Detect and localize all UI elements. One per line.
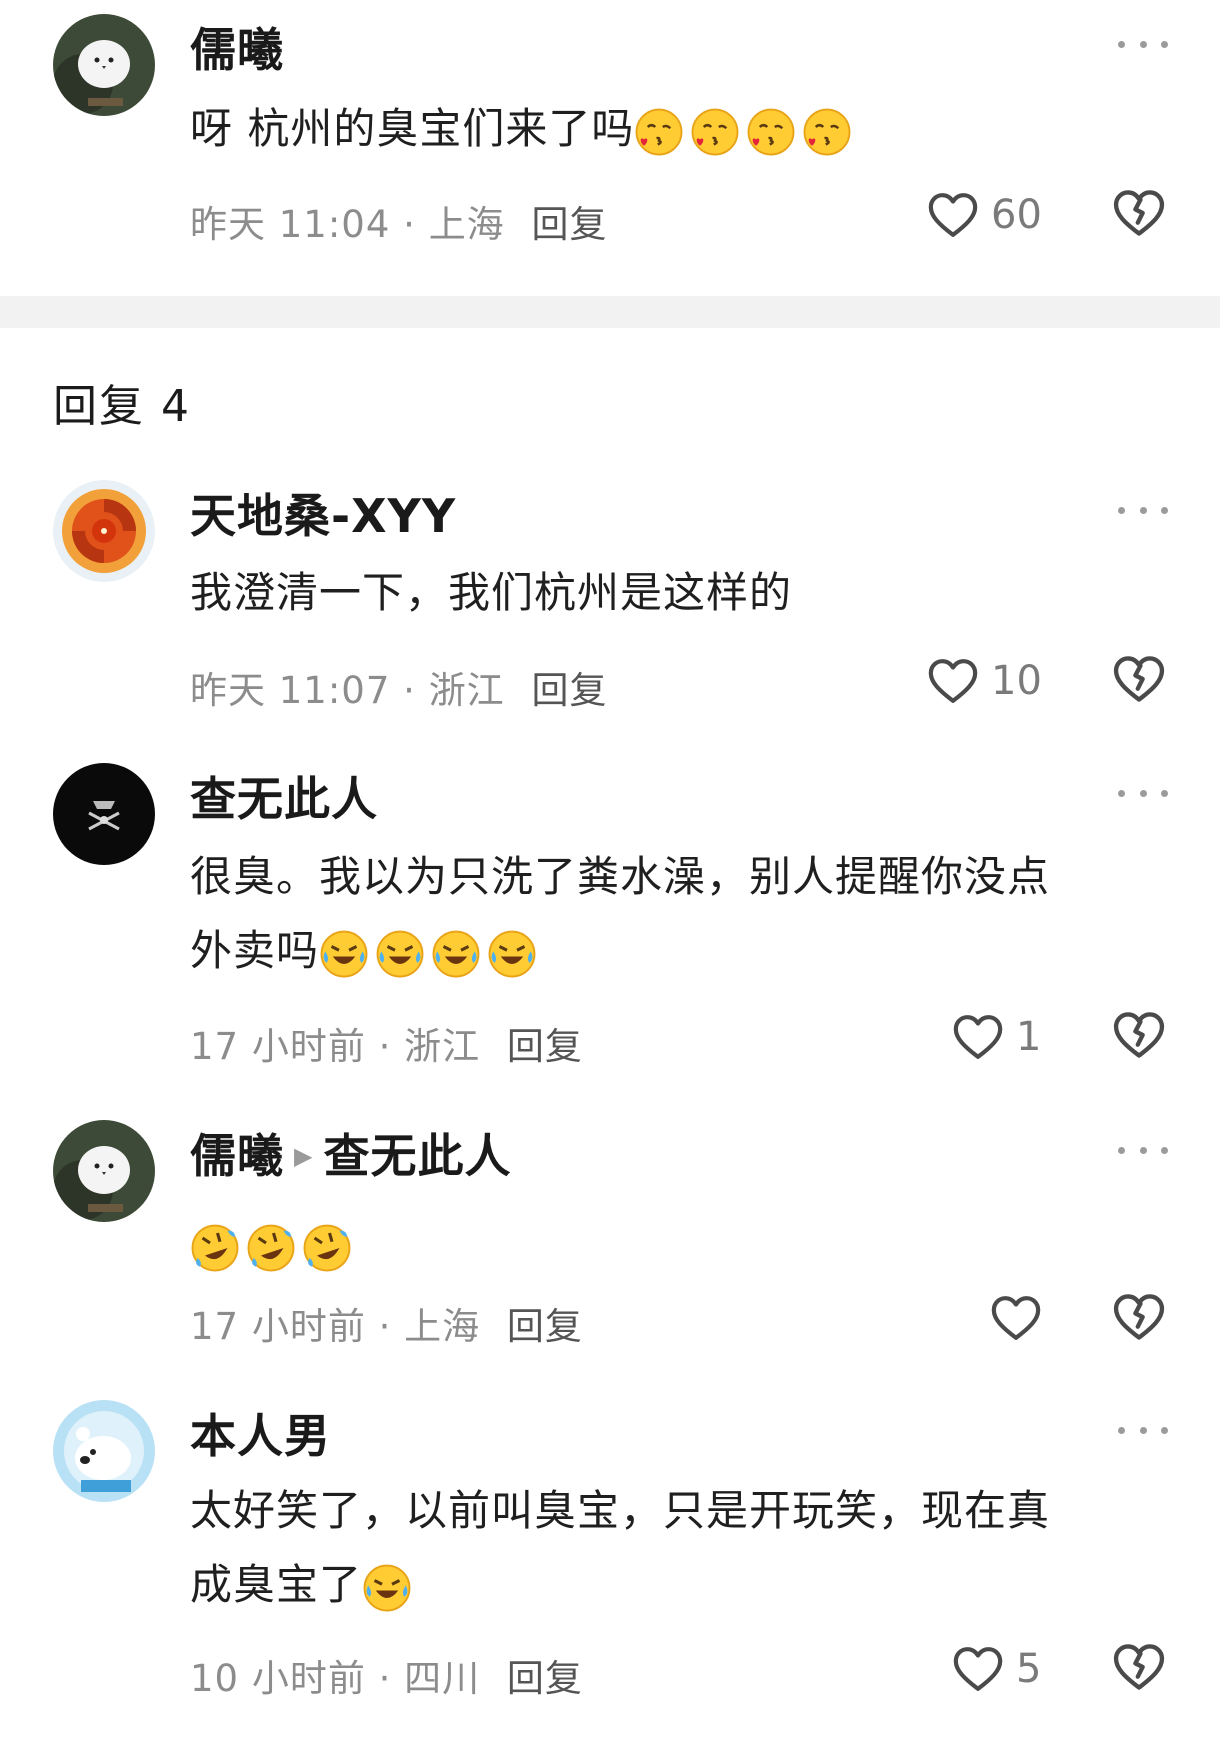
- timestamp: 17 小时前: [190, 1025, 366, 1068]
- like-count: 60: [991, 192, 1042, 238]
- more-options-icon[interactable]: [1118, 34, 1168, 54]
- kiss-heart-emoji: [802, 107, 852, 157]
- comment-meta: 10 小时前 · 四川 回复: [190, 1648, 583, 1702]
- timestamp: 10 小时前: [190, 1657, 366, 1700]
- broken-heart-icon[interactable]: [1110, 1638, 1168, 1696]
- reply-target-name[interactable]: 查无此人: [323, 1129, 511, 1183]
- kiss-heart-emoji: [690, 107, 740, 157]
- timestamp: 昨天 11:07: [190, 669, 391, 712]
- comment-body-line2-text: 外卖吗: [190, 926, 320, 975]
- more-options-icon[interactable]: [1118, 1140, 1168, 1160]
- like-button[interactable]: [988, 1290, 1054, 1346]
- avatar[interactable]: [53, 763, 155, 865]
- laugh-cry-emoji: [362, 1563, 412, 1613]
- reply-button[interactable]: 回复: [507, 1025, 583, 1068]
- like-count: 5: [1016, 1646, 1042, 1692]
- separator: ·: [378, 1025, 392, 1068]
- avatar[interactable]: [53, 1120, 155, 1222]
- location: 浙江: [428, 669, 505, 712]
- laugh-cry-emoji: [375, 929, 425, 979]
- like-button[interactable]: 1: [950, 1009, 1041, 1065]
- kiss-heart-emoji: [746, 107, 796, 157]
- comment-meta: 昨天 11:04 · 上海 回复: [190, 194, 607, 248]
- heart-icon: [988, 1290, 1044, 1346]
- reply-button[interactable]: 回复: [531, 203, 607, 246]
- separator: ·: [378, 1657, 392, 1700]
- rofl-emoji: [246, 1223, 296, 1273]
- broken-heart-icon[interactable]: [1110, 184, 1168, 242]
- section-divider: [0, 296, 1220, 328]
- comment-body-line2-text: 成臭宝了: [190, 1560, 363, 1609]
- broken-heart-icon[interactable]: [1110, 1288, 1168, 1346]
- avatar[interactable]: [53, 1400, 155, 1502]
- reply-button[interactable]: 回复: [531, 669, 607, 712]
- laugh-cry-emoji: [487, 929, 537, 979]
- comment-meta: 昨天 11:07 · 浙江 回复: [190, 660, 607, 714]
- heart-icon: [950, 1641, 1006, 1697]
- avatar[interactable]: [53, 14, 155, 116]
- avatar[interactable]: [53, 480, 155, 582]
- comment-text: 太好笑了，以前叫臭宝，只是开玩笑，现在真 成臭宝了: [190, 1474, 1175, 1622]
- commenter-name[interactable]: 本人男: [190, 1400, 331, 1466]
- comment-body: 呀 杭州的臭宝们来了吗: [190, 104, 635, 153]
- timestamp: 17 小时前: [190, 1305, 366, 1348]
- kiss-heart-emoji: [634, 107, 684, 157]
- heart-icon: [925, 187, 981, 243]
- like-button[interactable]: 5: [950, 1641, 1041, 1697]
- comment-text: 呀 杭州的臭宝们来了吗: [190, 92, 1175, 166]
- commenter-name[interactable]: 天地桑-XYY: [190, 480, 456, 546]
- broken-heart-icon[interactable]: [1110, 650, 1168, 708]
- location: 四川: [404, 1657, 481, 1700]
- reply-button[interactable]: 回复: [507, 1305, 583, 1348]
- comment-body-line2: 外卖吗: [190, 914, 1175, 988]
- reply-arrow-icon: ▶: [294, 1141, 314, 1170]
- heart-icon: [950, 1009, 1006, 1065]
- commenter-name[interactable]: 查无此人: [190, 763, 378, 829]
- comment-text: [190, 1208, 1175, 1282]
- commenter-name: 儒曦 ▶ 查无此人: [190, 1120, 511, 1186]
- more-options-icon[interactable]: [1118, 500, 1168, 520]
- separator: ·: [403, 669, 416, 712]
- like-count: 1: [1016, 1014, 1042, 1060]
- like-button[interactable]: 60: [925, 187, 1042, 243]
- laugh-cry-emoji: [431, 929, 481, 979]
- more-options-icon[interactable]: [1118, 1420, 1168, 1440]
- location: 上海: [404, 1305, 481, 1348]
- reply-button[interactable]: 回复: [507, 1657, 583, 1700]
- comment-text: 很臭。我以为只洗了粪水澡，别人提醒你没点 外卖吗: [190, 840, 1175, 988]
- comment-body-line1: 很臭。我以为只洗了粪水澡，别人提醒你没点: [190, 852, 1051, 901]
- separator: ·: [378, 1305, 392, 1348]
- location: 浙江: [404, 1025, 481, 1068]
- heart-icon: [925, 653, 981, 709]
- rofl-emoji: [302, 1223, 352, 1273]
- separator: ·: [403, 203, 416, 246]
- location: 上海: [428, 203, 505, 246]
- more-options-icon[interactable]: [1118, 783, 1168, 803]
- comment-text: 我澄清一下，我们杭州是这样的: [190, 568, 793, 617]
- laugh-cry-emoji: [319, 929, 369, 979]
- comment-body-line1: 太好笑了，以前叫臭宝，只是开玩笑，现在真: [190, 1486, 1051, 1535]
- comment-body-line2: 成臭宝了: [190, 1548, 1175, 1622]
- broken-heart-icon[interactable]: [1110, 1006, 1168, 1064]
- comment-meta: 17 小时前 · 浙江 回复: [190, 1016, 583, 1070]
- replier-name[interactable]: 儒曦: [190, 1129, 284, 1183]
- rofl-emoji: [190, 1223, 240, 1273]
- timestamp: 昨天 11:04: [190, 203, 391, 246]
- like-count: 10: [991, 658, 1042, 704]
- commenter-name[interactable]: 儒曦: [190, 14, 284, 80]
- like-button[interactable]: 10: [925, 653, 1042, 709]
- replies-header: 回复 4: [53, 381, 191, 432]
- comment-meta: 17 小时前 · 上海 回复: [190, 1296, 583, 1350]
